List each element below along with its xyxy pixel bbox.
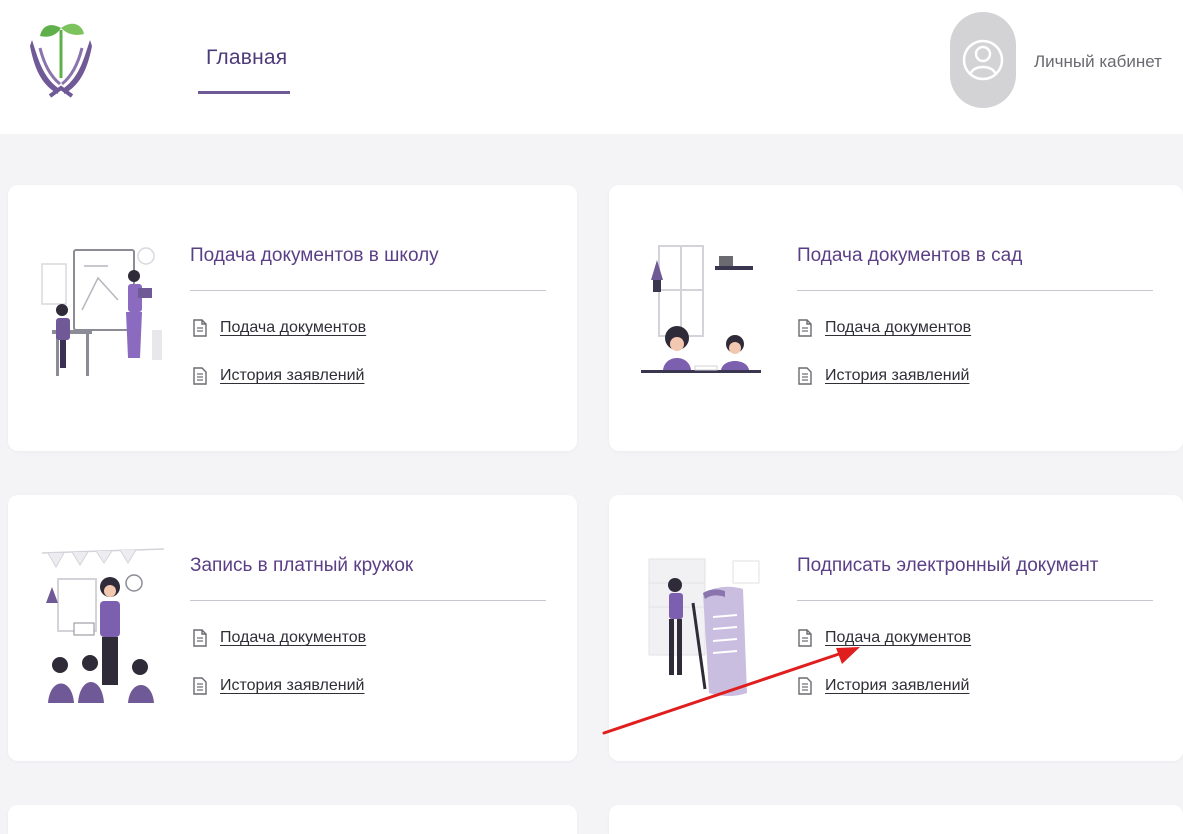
logo-book-sprout-icon[interactable] (28, 18, 94, 102)
card-divider (797, 290, 1153, 291)
document-lines-icon (798, 367, 812, 385)
nav-tab-home[interactable]: Главная (198, 44, 290, 94)
submit-documents-link-label: Подача документов (825, 319, 972, 336)
personal-account-label: Личный кабинет (1034, 52, 1162, 71)
user-circle-icon (962, 39, 1004, 81)
application-history-link-label: История заявлений (825, 677, 970, 694)
teacher-classroom-illustration (41, 247, 162, 376)
nav-tab-home-label: Главная (206, 46, 288, 69)
card-paid-club-enrollment: Запись в платный кружок Подача документо… (8, 495, 577, 761)
document-lines-icon (193, 367, 207, 385)
children-studying-illustration (641, 245, 761, 373)
card-title: Запись в платный кружок (190, 555, 414, 576)
submit-documents-link[interactable]: Подача документов (797, 629, 971, 647)
card-sign-electronic-document: Подписать электронный документ Подача до… (609, 495, 1183, 761)
teacher-kids-illustration (41, 548, 165, 703)
application-history-link-label: История заявлений (220, 367, 365, 384)
card-divider (190, 290, 546, 291)
avatar (950, 12, 1016, 108)
nav-tab-active-underline (198, 91, 290, 94)
card-partial-bottom-left (8, 805, 577, 834)
card-divider (190, 600, 546, 601)
card-partial-bottom-right (609, 805, 1183, 834)
application-history-link[interactable]: История заявлений (192, 677, 364, 695)
submit-documents-link[interactable]: Подача документов (192, 319, 366, 337)
submit-documents-link-label: Подача документов (825, 629, 972, 646)
document-lines-icon (193, 677, 207, 695)
document-icon (193, 319, 207, 337)
card-title: Подписать электронный документ (797, 555, 1099, 576)
application-history-link[interactable]: История заявлений (797, 367, 969, 385)
application-history-link[interactable]: История заявлений (797, 677, 969, 695)
document-icon (798, 629, 812, 647)
document-lines-icon (798, 677, 812, 695)
submit-documents-link[interactable]: Подача документов (797, 319, 971, 337)
signing-document-illustration (648, 558, 760, 696)
top-header: Главная Личный кабинет (0, 0, 1183, 134)
application-history-link-label: История заявлений (220, 677, 365, 694)
document-icon (798, 319, 812, 337)
application-history-link-label: История заявлений (825, 367, 970, 384)
card-title: Подача документов в сад (797, 245, 1023, 266)
application-history-link[interactable]: История заявлений (192, 367, 364, 385)
submit-documents-link-label: Подача документов (220, 629, 367, 646)
card-divider (797, 600, 1153, 601)
card-kindergarten-documents: Подача документов в сад Подача документо… (609, 185, 1183, 451)
card-school-documents: Подача документов в школу Подача докумен… (8, 185, 577, 451)
card-title: Подача документов в школу (190, 245, 439, 266)
submit-documents-link-label: Подача документов (220, 319, 367, 336)
submit-documents-link[interactable]: Подача документов (192, 629, 366, 647)
document-icon (193, 629, 207, 647)
